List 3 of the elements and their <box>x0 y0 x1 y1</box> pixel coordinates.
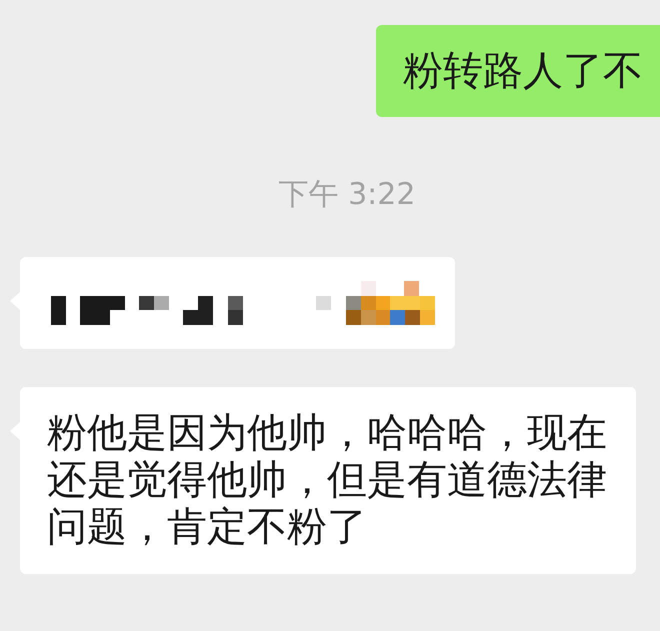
message-bubble: 粉他是因为他帅，哈哈哈，现在还是觉得他帅，但是有道德法律问题，肯定不粉了 <box>20 387 636 574</box>
timestamp: 下午 3:22 <box>278 177 416 213</box>
message-bubble: 粉转路人了不 <box>376 25 660 117</box>
